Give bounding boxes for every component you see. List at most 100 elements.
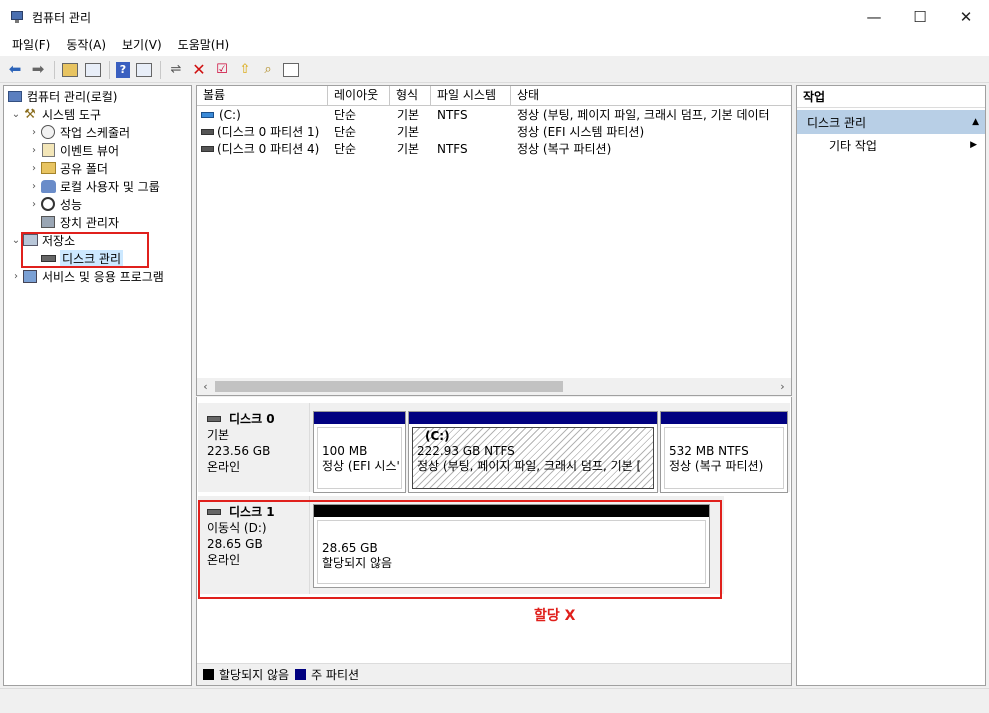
- disk-0-row: 디스크 0 기본 223.56 GB 온라인 100 MB 정상 (EFI 시스…: [198, 403, 790, 493]
- tree-root-label: 컴퓨터 관리(로컬): [27, 89, 118, 104]
- primary-swatch: [295, 669, 307, 680]
- title-bar: 컴퓨터 관리 — ☐ ✕: [0, 0, 989, 34]
- volume-icon: [201, 112, 214, 118]
- menu-file[interactable]: 파일(F): [4, 35, 58, 55]
- tree-root[interactable]: 컴퓨터 관리(로컬): [7, 87, 117, 105]
- collapsed-chevron-icon[interactable]: ›: [28, 181, 40, 192]
- annotation-label: 할당 X: [534, 608, 576, 624]
- disk-0-info[interactable]: 디스크 0 기본 223.56 GB 온라인: [198, 403, 310, 492]
- tree-task-scheduler-label: 작업 스케줄러: [60, 125, 131, 140]
- tree-shared-folders-label: 공유 폴더: [60, 161, 108, 176]
- column-volume[interactable]: 볼륨: [197, 86, 328, 106]
- volume-icon: [201, 129, 214, 135]
- help-icon[interactable]: ?: [116, 61, 130, 78]
- tree-performance-label: 성능: [60, 197, 83, 212]
- disk-0-state: 온라인: [207, 460, 241, 474]
- services-icon: [22, 268, 38, 284]
- tree-device-manager-label: 장치 관리자: [60, 215, 120, 230]
- legend-primary: 주 파티션: [311, 668, 360, 682]
- computer-icon: [7, 88, 23, 104]
- actions-pane: 작업 디스크 관리 ▲ 기타 작업 ▶: [796, 85, 986, 686]
- partition-c[interactable]: (C:) 222.93 GB NTFS 정상 (부팅, 페이지 파일, 크래시 …: [408, 411, 658, 493]
- up-folder-icon[interactable]: [61, 61, 79, 79]
- tree-system-tools[interactable]: ⌄ ⚒ 시스템 도구: [10, 105, 101, 123]
- device-manager-icon: [40, 214, 56, 230]
- disk-1-highlight-box: [198, 500, 722, 599]
- window-title: 컴퓨터 관리: [32, 10, 92, 25]
- tree-local-users-label: 로컬 사용자 및 그룹: [60, 179, 160, 194]
- forward-icon[interactable]: ➡: [29, 61, 47, 79]
- tree-event-viewer-label: 이벤트 뷰어: [60, 143, 120, 158]
- legend-unallocated: 할당되지 않음: [219, 668, 290, 682]
- expand-chevron-icon[interactable]: ⌄: [10, 109, 22, 120]
- check-icon[interactable]: ☑: [213, 61, 231, 79]
- column-status[interactable]: 상태: [511, 86, 791, 106]
- computer-management-icon: [10, 9, 26, 25]
- tree-services-label: 서비스 및 응용 프로그램: [42, 269, 164, 284]
- disk-0-type: 기본: [207, 428, 230, 442]
- tree-system-tools-label: 시스템 도구: [42, 107, 102, 122]
- tree-shared-folders[interactable]: › 공유 폴더: [28, 159, 108, 177]
- tree-local-users[interactable]: › 로컬 사용자 및 그룹: [28, 177, 160, 195]
- collapsed-chevron-icon[interactable]: ›: [28, 163, 40, 174]
- legend: 할당되지 않음 주 파티션: [197, 663, 791, 685]
- scroll-left-icon[interactable]: ‹: [197, 378, 214, 395]
- actions-header: 작업: [797, 86, 985, 108]
- unallocated-swatch: [203, 669, 214, 680]
- collapsed-chevron-icon[interactable]: ›: [28, 127, 40, 138]
- column-type[interactable]: 형식: [390, 86, 431, 106]
- event-log-icon: [40, 142, 56, 158]
- disk-graphical-view: 디스크 0 기본 223.56 GB 온라인 100 MB 정상 (EFI 시스…: [196, 397, 792, 686]
- show-hide-tree-icon[interactable]: [84, 61, 102, 79]
- tree-task-scheduler[interactable]: › 작업 스케줄러: [28, 123, 130, 141]
- disk-0-size: 223.56 GB: [207, 444, 271, 458]
- tools-icon: ⚒: [24, 106, 36, 122]
- more-actions-item[interactable]: 기타 작업 ▶: [797, 134, 985, 156]
- shared-folder-icon: [40, 160, 56, 176]
- collapsed-chevron-icon[interactable]: ›: [10, 271, 22, 282]
- partition-recovery[interactable]: 532 MB NTFS 정상 (복구 파티션): [660, 411, 788, 493]
- tree-services[interactable]: › 서비스 및 응용 프로그램: [10, 267, 164, 285]
- scroll-right-icon[interactable]: ›: [774, 378, 791, 395]
- close-button[interactable]: ✕: [943, 0, 989, 34]
- minimize-button[interactable]: —: [851, 0, 897, 34]
- volume-list: 볼륨 레이아웃 형식 파일 시스템 상태 (C:) 단순 기본 NTFS 정상 …: [196, 85, 792, 396]
- actions-section-disk-management[interactable]: 디스크 관리 ▲: [797, 110, 985, 134]
- storage-highlight-box: [21, 232, 149, 268]
- collapsed-chevron-icon[interactable]: ›: [28, 145, 40, 156]
- menu-bar: 파일(F) 동작(A) 보기(V) 도움말(H): [0, 34, 989, 56]
- disk-icon: [207, 416, 221, 422]
- table-row[interactable]: (C:) 단순 기본 NTFS 정상 (부팅, 페이지 파일, 크래시 덤프, …: [197, 107, 791, 124]
- clock-icon: [40, 124, 56, 140]
- show-hide-action-pane-icon[interactable]: [135, 61, 153, 79]
- column-layout[interactable]: 레이아웃: [328, 86, 390, 106]
- collapsed-chevron-icon[interactable]: ›: [28, 199, 40, 210]
- up-arrow-icon[interactable]: ⇧: [236, 61, 254, 79]
- submenu-arrow-icon: ▶: [970, 140, 977, 150]
- menu-action[interactable]: 동작(A): [58, 35, 114, 55]
- users-icon: [40, 178, 56, 194]
- navigation-tree: 컴퓨터 관리(로컬) ⌄ ⚒ 시스템 도구 › 작업 스케줄러 › 이벤트 뷰어…: [3, 85, 192, 686]
- delete-icon[interactable]: ✕: [190, 61, 208, 79]
- toolbar: ⬅ ➡ ? ⇌ ✕ ☑ ⇧ ⌕: [0, 57, 989, 83]
- scrollbar-thumb[interactable]: [215, 381, 563, 392]
- table-row[interactable]: (디스크 0 파티션 1) 단순 기본 정상 (EFI 시스템 파티션): [197, 124, 791, 141]
- properties-icon[interactable]: [282, 61, 300, 79]
- tree-performance[interactable]: › 성능: [28, 195, 82, 213]
- menu-help[interactable]: 도움말(H): [170, 35, 238, 55]
- table-row[interactable]: (디스크 0 파티션 4) 단순 기본 NTFS 정상 (복구 파티션): [197, 141, 791, 158]
- tree-device-manager[interactable]: 장치 관리자: [40, 213, 119, 231]
- status-bar: [0, 688, 989, 713]
- partition-efi[interactable]: 100 MB 정상 (EFI 시스': [313, 411, 406, 493]
- connect-icon[interactable]: ⇌: [167, 61, 185, 79]
- volume-icon: [201, 146, 214, 152]
- back-icon[interactable]: ⬅: [6, 61, 24, 79]
- search-icon[interactable]: ⌕: [259, 61, 277, 79]
- horizontal-scrollbar[interactable]: ‹ ›: [197, 378, 791, 395]
- disk-0-name: 디스크 0: [229, 412, 275, 426]
- menu-view[interactable]: 보기(V): [114, 35, 170, 55]
- collapse-up-icon[interactable]: ▲: [972, 117, 979, 127]
- tree-event-viewer[interactable]: › 이벤트 뷰어: [28, 141, 119, 159]
- column-filesystem[interactable]: 파일 시스템: [431, 86, 511, 106]
- maximize-button[interactable]: ☐: [897, 0, 943, 34]
